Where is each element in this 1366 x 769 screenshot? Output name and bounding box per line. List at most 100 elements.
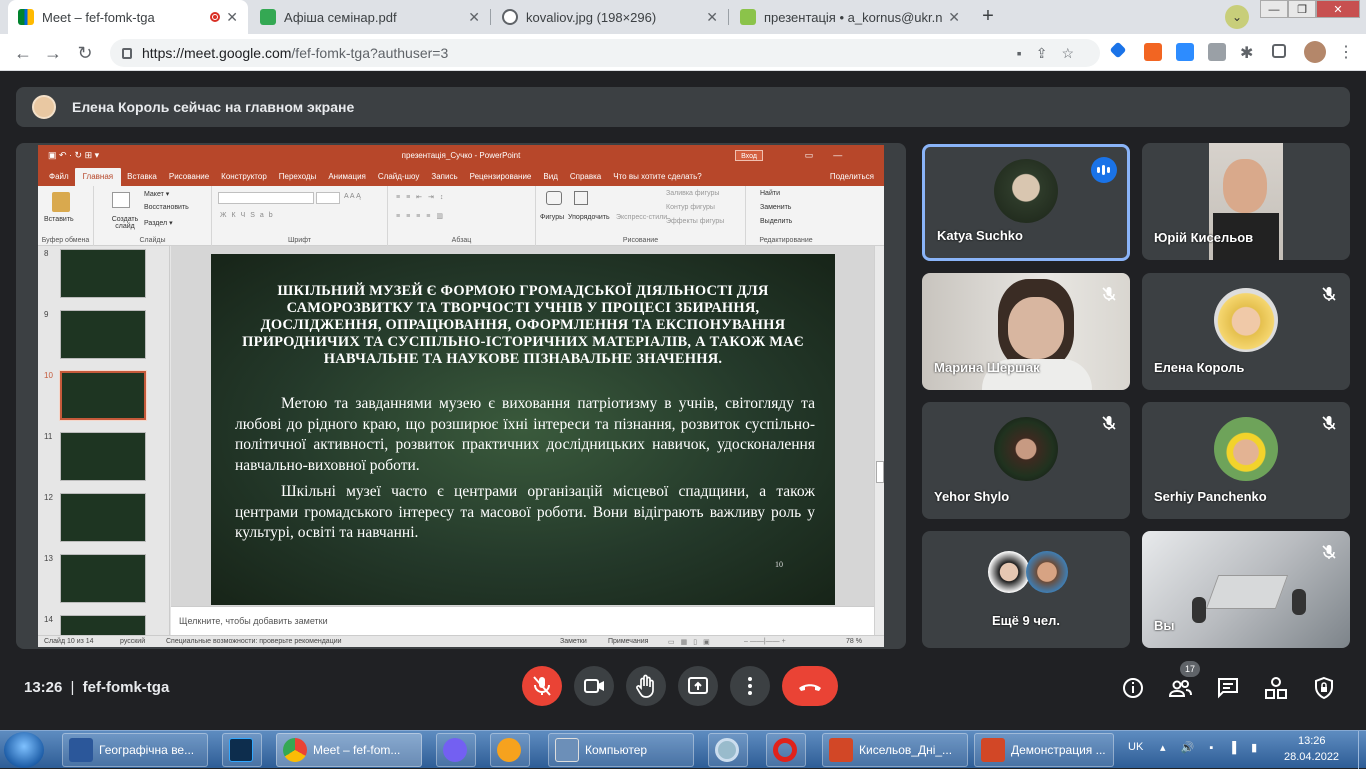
menu-insert[interactable]: Вставка: [121, 172, 163, 186]
language-indicator[interactable]: UK: [1128, 741, 1143, 753]
slide-thumbnail[interactable]: [60, 310, 146, 359]
current-slide[interactable]: ШКІЛЬНИЙ МУЗЕЙ Є ФОРМОЮ ГРОМАДСЬКОЇ ДІЯЛ…: [211, 254, 835, 605]
mic-toggle-button[interactable]: [522, 666, 562, 706]
taskbar-item[interactable]: Географічна ве...: [62, 733, 208, 767]
taskbar-item[interactable]: [490, 733, 530, 767]
shape-fill-button[interactable]: Заливка фигуры: [666, 190, 719, 197]
taskbar-item[interactable]: Кисельов_Дні_...: [822, 733, 968, 767]
quick-access-icons[interactable]: ▣ ↶ · ↻ ⊞ ▾: [48, 145, 99, 166]
close-window-button[interactable]: ✕: [1316, 0, 1360, 18]
slide-thumbnail[interactable]: [60, 432, 146, 481]
menu-draw[interactable]: Рисование: [163, 172, 215, 186]
menu-view[interactable]: Вид: [537, 172, 563, 186]
participant-tile[interactable]: Юрій Кисельов: [1142, 143, 1350, 260]
taskbar-item[interactable]: [436, 733, 476, 767]
participant-tile[interactable]: Yehor Shylo: [922, 402, 1130, 519]
minimize-button[interactable]: —: [1260, 0, 1288, 18]
taskbar-item[interactable]: [766, 733, 806, 767]
menu-record[interactable]: Запись: [425, 172, 463, 186]
chat-button[interactable]: [1215, 675, 1241, 701]
menu-design[interactable]: Конструктор: [215, 172, 273, 186]
extension-icon[interactable]: [1208, 43, 1226, 61]
raise-hand-button[interactable]: [626, 666, 666, 706]
reset-button[interactable]: Восстановить: [144, 204, 189, 211]
menu-transitions[interactable]: Переходы: [273, 172, 323, 186]
close-tab-icon[interactable]: ✕: [226, 9, 238, 26]
avatar[interactable]: [1304, 41, 1326, 63]
start-button[interactable]: [4, 732, 44, 768]
taskbar-item[interactable]: [222, 733, 262, 767]
menu-home[interactable]: Главная: [74, 168, 122, 186]
font-format-buttons[interactable]: ЖКЧSab: [220, 212, 278, 219]
sign-in-button[interactable]: Вход: [735, 150, 763, 161]
forward-button[interactable]: →: [40, 40, 66, 66]
slide-thumbnail[interactable]: [60, 493, 146, 542]
menu-file[interactable]: Файл: [43, 172, 75, 186]
language-indicator[interactable]: русский: [120, 638, 145, 645]
close-tab-icon[interactable]: ✕: [468, 9, 480, 26]
puzzle-icon[interactable]: ✱: [1240, 43, 1258, 62]
menu-review[interactable]: Рецензирование: [464, 172, 538, 186]
meeting-code[interactable]: fef-fomk-tga: [83, 679, 170, 696]
meeting-details-button[interactable]: [1120, 675, 1146, 701]
shapes-button[interactable]: Фигуры: [540, 214, 564, 221]
menu-help[interactable]: Справка: [564, 172, 607, 186]
self-view-tile[interactable]: Вы: [1142, 531, 1350, 648]
font-size-buttons[interactable]: A A Ą: [344, 193, 361, 200]
taskbar-item[interactable]: Демонстрация ...: [974, 733, 1114, 767]
slide-thumbnail[interactable]: [60, 615, 146, 635]
slide-thumbnail-selected[interactable]: [59, 370, 147, 421]
tell-me-search[interactable]: Что вы хотите сделать?: [607, 172, 707, 186]
show-desktop-button[interactable]: [1358, 731, 1366, 769]
tab-search-button[interactable]: ⌄: [1225, 5, 1249, 29]
leave-call-button[interactable]: [782, 666, 838, 706]
slide-thumbnail[interactable]: [60, 249, 146, 298]
share-button[interactable]: Поделиться: [824, 172, 884, 186]
more-participants-tile[interactable]: Ещё 9 чел.: [922, 531, 1130, 648]
present-button[interactable]: [678, 666, 718, 706]
taskbar-item[interactable]: Компьютер: [548, 733, 694, 767]
accessibility-check[interactable]: Специальные возможности: проверьте реком…: [166, 638, 342, 645]
back-button[interactable]: ←: [10, 40, 36, 66]
participant-tile[interactable]: Елена Король: [1142, 273, 1350, 390]
zoom-slider[interactable]: – ——|—— +: [744, 638, 786, 645]
shape-outline-button[interactable]: Контур фигуры: [666, 204, 715, 211]
find-button[interactable]: Найти: [760, 190, 780, 197]
extension-icon[interactable]: [1144, 43, 1162, 61]
tab-image[interactable]: kovaliov.jpg (198×296) ✕: [492, 0, 728, 34]
paste-button[interactable]: Вставить: [44, 216, 74, 223]
layout-button[interactable]: Макет ▾: [144, 190, 169, 198]
align-buttons[interactable]: ≡≡≡≡▥: [396, 212, 449, 220]
view-buttons[interactable]: ▭▦▯▣: [668, 638, 716, 646]
clock-date[interactable]: 28.04.2022: [1284, 751, 1339, 763]
menu-slideshow[interactable]: Слайд-шоу: [372, 172, 425, 186]
quick-styles-button[interactable]: Экспресс-стили: [616, 214, 667, 221]
shape-effects-button[interactable]: Эффекты фигуры: [666, 218, 724, 225]
participant-tile[interactable]: Katya Suchko: [922, 144, 1130, 261]
zoom-extension-icon[interactable]: [1176, 43, 1194, 61]
host-controls-button[interactable]: [1311, 675, 1337, 701]
section-button[interactable]: Раздел ▾: [144, 219, 173, 227]
maximize-button[interactable]: ❐: [1288, 0, 1316, 18]
tray-icons[interactable]: ▴ 🔊 ▪ ▐ ▮: [1160, 741, 1263, 754]
arrange-button[interactable]: Упорядочить: [568, 214, 610, 221]
address-bar[interactable]: https://meet.google.com/fef-fomk-tga?aut…: [110, 39, 1100, 67]
select-button[interactable]: Выделить: [760, 218, 792, 225]
font-size-field[interactable]: [316, 192, 340, 204]
slide-scrollbar[interactable]: [874, 246, 884, 635]
people-button[interactable]: [1167, 675, 1193, 701]
menu-icon[interactable]: ⋮: [1338, 42, 1356, 61]
more-options-button[interactable]: [730, 666, 770, 706]
sidebar-icon[interactable]: [1272, 44, 1286, 58]
extension-icon[interactable]: [1109, 41, 1127, 59]
taskbar-item-active[interactable]: Meet – fef-fom...: [276, 733, 422, 767]
replace-button[interactable]: Заменить: [760, 204, 791, 211]
participant-tile[interactable]: Марина Шершак: [922, 273, 1130, 390]
scrollbar-thumb[interactable]: [876, 461, 884, 483]
slide-thumbnail[interactable]: [60, 554, 146, 603]
list-buttons[interactable]: ≡≡⇤⇥↕: [396, 193, 449, 201]
menu-animations[interactable]: Анимация: [322, 172, 372, 186]
activities-button[interactable]: [1263, 675, 1289, 701]
font-name-field[interactable]: [218, 192, 314, 204]
notes-pane[interactable]: Щелкните, чтобы добавить заметки: [171, 606, 874, 635]
